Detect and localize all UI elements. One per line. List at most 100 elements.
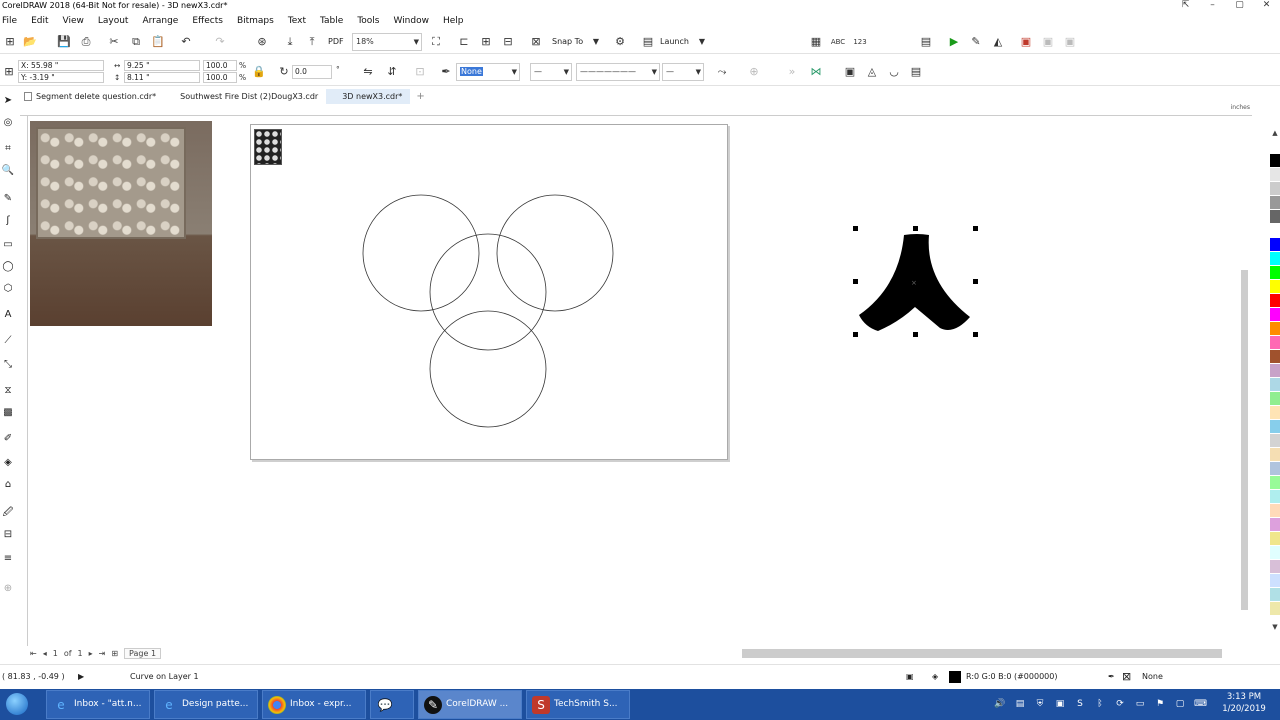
- palette-swatch[interactable]: [1270, 392, 1280, 406]
- menu-help[interactable]: Help: [443, 14, 464, 28]
- color-palette[interactable]: [1270, 140, 1280, 630]
- display-icon[interactable]: ▢: [1174, 698, 1186, 710]
- text-tool-icon[interactable]: A: [1, 308, 15, 322]
- palette-swatch[interactable]: [1270, 322, 1280, 336]
- circle-bottom[interactable]: [429, 310, 547, 428]
- flag-icon[interactable]: ⚑: [1154, 698, 1166, 710]
- shape-tool-icon[interactable]: ◭: [990, 34, 1006, 50]
- scale-width-field[interactable]: 100.0: [203, 60, 237, 71]
- object-origin-icon[interactable]: ⊞: [1, 64, 17, 80]
- add-tool-icon[interactable]: ⊕: [1, 582, 15, 596]
- close-button[interactable]: ✕: [1253, 0, 1280, 12]
- mesh-fill-icon[interactable]: ⊟: [1, 528, 15, 542]
- add-page-icon[interactable]: ⊞: [111, 649, 118, 658]
- network-icon[interactable]: ▤: [1014, 698, 1026, 710]
- palette-swatch[interactable]: [1270, 336, 1280, 350]
- start-arrowhead-dropdown[interactable]: — ▼: [530, 63, 572, 81]
- add-tab-icon[interactable]: +: [410, 89, 430, 104]
- tab-segment-delete-question[interactable]: Segment delete question.cdr*: [20, 89, 164, 104]
- palette-swatch[interactable]: [1270, 294, 1280, 308]
- outline-pen-icon[interactable]: ✒: [438, 64, 454, 80]
- chevron-down-icon[interactable]: ▼: [694, 34, 710, 50]
- wrap-text-icon[interactable]: ▣: [842, 64, 858, 80]
- parallel-dimension-icon[interactable]: ⟋: [1, 334, 15, 348]
- convert-to-curves-icon[interactable]: ▤: [908, 64, 924, 80]
- mirror-horizontal-icon[interactable]: ⇋: [360, 64, 376, 80]
- menu-edit[interactable]: Edit: [31, 14, 48, 28]
- polygon-tool-icon[interactable]: ⬡: [1, 282, 15, 296]
- calendar-icon[interactable]: ▤: [918, 34, 934, 50]
- import-icon[interactable]: ⤓: [282, 34, 298, 50]
- smart-fill-icon[interactable]: ⌂: [1, 478, 15, 492]
- palette-swatch[interactable]: [1270, 434, 1280, 448]
- palette-scroll-up-icon[interactable]: ▲: [1270, 128, 1280, 138]
- search-content-icon[interactable]: ⊛: [254, 34, 270, 50]
- launch-icon[interactable]: ▤: [640, 34, 656, 50]
- save-icon[interactable]: 💾: [56, 34, 72, 50]
- palette-swatch[interactable]: [1270, 238, 1280, 252]
- end-arrowhead-dropdown[interactable]: — ▼: [662, 63, 704, 81]
- maximize-button[interactable]: ▢: [1226, 0, 1253, 12]
- menu-layout[interactable]: Layout: [98, 14, 129, 28]
- artistic-media-icon[interactable]: ʃ: [1, 214, 15, 228]
- handle-bottom[interactable]: [913, 332, 918, 337]
- taskbar-item-techsmith[interactable]: S TechSmith S...: [526, 690, 630, 719]
- chevron-down-icon[interactable]: ▼: [588, 34, 604, 50]
- palette-swatch[interactable]: [1270, 364, 1280, 378]
- handle-left[interactable]: [853, 279, 858, 284]
- palette-swatch[interactable]: [1270, 224, 1280, 238]
- drawing-canvas[interactable]: ×: [29, 117, 1251, 647]
- outline-width-dropdown[interactable]: None ▼: [456, 63, 520, 81]
- handle-bottom-left[interactable]: [853, 332, 858, 337]
- mirror-vertical-icon[interactable]: ⇵: [384, 64, 400, 80]
- menu-effects[interactable]: Effects: [192, 14, 223, 28]
- page-tab[interactable]: Page 1: [124, 648, 162, 659]
- menu-table[interactable]: Table: [320, 14, 343, 28]
- numbers-icon[interactable]: 123: [852, 34, 868, 50]
- palette-swatch[interactable]: [1270, 490, 1280, 504]
- taskbar-item-design-patterns[interactable]: e Design patte...: [154, 690, 258, 719]
- palette-swatch[interactable]: [1270, 210, 1280, 224]
- palette-swatch[interactable]: [1270, 378, 1280, 392]
- stack-icon[interactable]: ◡: [886, 64, 902, 80]
- palette-swatch[interactable]: [1270, 518, 1280, 532]
- palette-swatch[interactable]: [1270, 266, 1280, 280]
- menu-view[interactable]: View: [63, 14, 84, 28]
- rectangle-tool-icon[interactable]: ▭: [1, 238, 15, 252]
- export-icon[interactable]: ⤒: [304, 34, 320, 50]
- zoom-to-page-icon[interactable]: ⛶: [428, 34, 444, 50]
- snap-to-dropdown[interactable]: Snap To: [552, 34, 583, 50]
- palette-swatch[interactable]: [1270, 252, 1280, 266]
- snap-icon[interactable]: ⊠: [528, 34, 544, 50]
- palette-swatch[interactable]: [1270, 182, 1280, 196]
- redo-icon[interactable]: ↷: [212, 34, 228, 50]
- last-page-icon[interactable]: ⇥: [99, 649, 106, 658]
- tab-southwest-fire-dist[interactable]: Southwest Fire Dist (2)DougX3.cdr: [164, 89, 326, 104]
- new-document-icon[interactable]: ⊞: [2, 34, 18, 50]
- crop-tool-icon[interactable]: ⌗: [1, 142, 15, 156]
- rotation-angle-field[interactable]: 0.0: [292, 65, 332, 79]
- menu-arrange[interactable]: Arrange: [142, 14, 178, 28]
- previous-page-icon[interactable]: ◂: [43, 649, 47, 658]
- pdf-export-icon[interactable]: PDF: [328, 34, 344, 50]
- print-icon[interactable]: ⎙: [78, 34, 94, 50]
- scale-height-field[interactable]: 100.0: [203, 72, 237, 83]
- palette-swatch[interactable]: [1270, 140, 1280, 154]
- macro-icon[interactable]: ▦: [808, 34, 824, 50]
- spell-check-icon[interactable]: ABC: [830, 34, 846, 50]
- snagit-tray-icon[interactable]: S: [1074, 698, 1086, 710]
- volume-icon[interactable]: 🔊: [994, 698, 1006, 710]
- quick-customize-icon[interactable]: ⋈: [808, 64, 824, 80]
- vertical-scroll-thumb[interactable]: [1241, 270, 1248, 610]
- next-page-icon[interactable]: ▸: [89, 649, 93, 658]
- palette-swatch[interactable]: [1270, 406, 1280, 420]
- palette-swatch[interactable]: [1270, 546, 1280, 560]
- palette-swatch[interactable]: [1270, 168, 1280, 182]
- edit-script-icon[interactable]: ✎: [968, 34, 984, 50]
- eyedropper-tool-icon[interactable]: ✐: [1, 432, 15, 446]
- minimize-button[interactable]: –: [1199, 0, 1226, 12]
- line-style-dropdown[interactable]: ——————— ▼: [576, 63, 660, 81]
- taskbar-item-messenger[interactable]: 💬: [370, 690, 414, 719]
- show-guidelines-icon[interactable]: ⊟: [500, 34, 516, 50]
- palette-swatch[interactable]: [1270, 476, 1280, 490]
